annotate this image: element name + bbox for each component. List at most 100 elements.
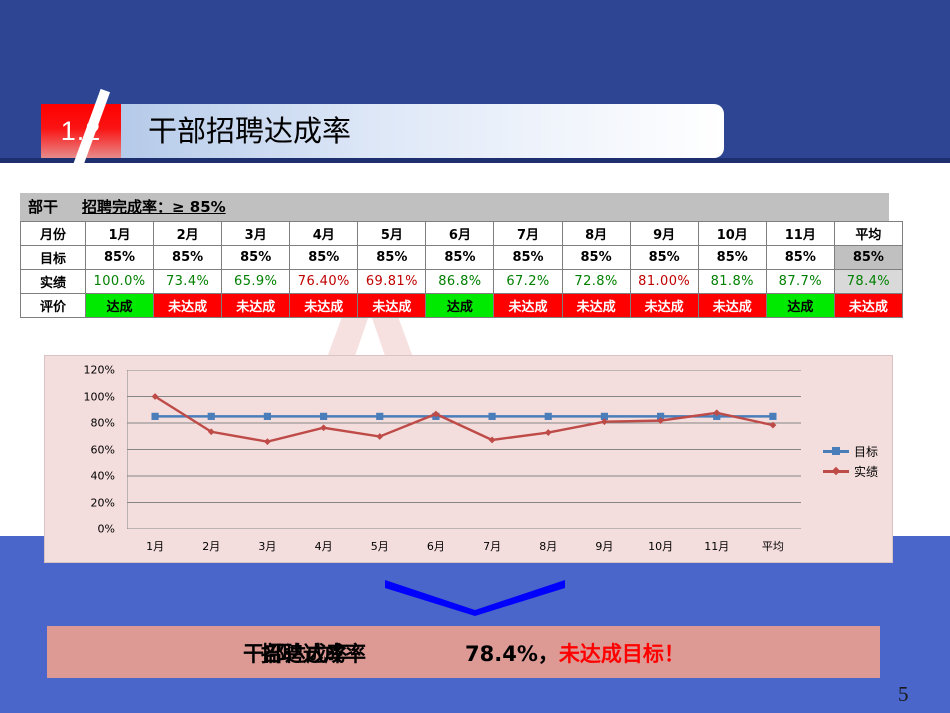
- chart-svg: [126, 369, 802, 537]
- table-cell-target: 85%: [765, 245, 835, 270]
- table-col-header: 5月: [357, 221, 427, 246]
- chart-y-tick-label: 40%: [90, 469, 115, 483]
- row-label-actual: 实绩: [20, 269, 86, 294]
- chart-data-point: [320, 424, 327, 432]
- chart-legend-label: 实绩: [854, 464, 879, 479]
- row-label-target: 目标: [20, 245, 86, 270]
- conclusion-value: 78.4%，未达成目标！: [465, 638, 685, 668]
- table-cell-actual: 81.00%: [629, 269, 699, 294]
- table-cell-actual: 100.0%: [84, 269, 155, 294]
- chart-data-point: [544, 412, 552, 420]
- page-title: 干部招聘达成率: [148, 114, 352, 148]
- table-col-header: 7月: [493, 221, 563, 246]
- chart-data-point: [151, 412, 159, 420]
- table-cell-evaluation: 未达成: [153, 293, 223, 318]
- table-cell-target: 85%: [425, 245, 495, 270]
- table-col-header: 3月: [221, 221, 291, 246]
- table-col-header: 11月: [765, 221, 835, 246]
- chart-y-tick-label: 100%: [83, 390, 115, 403]
- chart-data-point: [376, 412, 384, 420]
- chart-x-tick-label: 9月: [595, 540, 614, 553]
- table-cell-evaluation: 未达成: [833, 293, 903, 318]
- chart-y-tick-label: 0%: [97, 522, 115, 536]
- table-caption-rate: 招聘完成率：≥ 85%: [82, 198, 226, 216]
- chart-data-point: [544, 429, 552, 436]
- chart-legend-item: 目标: [823, 441, 889, 461]
- chart-legend-item: 实绩: [823, 461, 889, 481]
- chart-x-tick-label: 10月: [648, 540, 674, 553]
- table-cell-actual: 69.81%: [357, 269, 427, 294]
- slide-canvas: A 1.2 干部招聘达成率 部干 招聘完成率：≥ 85% 月份 1月 2月 3月 4月 5…: [0, 0, 950, 713]
- table-row-months: 月份 1月 2月 3月 4月 5月 6月 7月 8月 9月 10月 11月 平均: [20, 221, 903, 246]
- table-cell-actual: 76.40%: [289, 269, 359, 294]
- table-cell-target: 85%: [221, 245, 291, 270]
- chart-data-point: [264, 438, 271, 446]
- chart-data-point: [376, 433, 384, 440]
- chart-data-point: [263, 412, 272, 420]
- page-number: 5: [898, 682, 909, 706]
- table-caption: 部干 招聘完成率：≥ 85%: [20, 193, 889, 221]
- table-cell-evaluation: 未达成: [221, 293, 291, 318]
- table-cell-actual: 73.4%: [153, 269, 223, 294]
- table-cell-evaluation: 未达成: [493, 293, 563, 318]
- chart-x-tick-label: 7月: [483, 540, 502, 553]
- chart-x-tick-label: 2月: [202, 540, 221, 553]
- table-col-header: 10月: [697, 221, 767, 246]
- table-cell-target: 85%: [84, 245, 155, 270]
- kpi-table: 月份 1月 2月 3月 4月 5月 6月 7月 8月 9月 10月 11月 平均 目标 85% 85% 85% 8…: [20, 221, 903, 318]
- kpi-table-block: 部干 招聘完成率：≥ 85% 月份 1月 2月 3月 4月 5月 6月 7月 8月 9月 10月 11…: [20, 193, 903, 318]
- table-cell-actual: 81.8%: [697, 269, 767, 294]
- table-cell-target: 85%: [629, 245, 699, 270]
- down-chevron-icon: [385, 580, 565, 616]
- chart-legend-swatch-icon: [823, 465, 849, 477]
- table-col-header: 4月: [289, 221, 359, 246]
- conclusion-value-number: 78.4%，: [465, 642, 559, 666]
- table-row-target: 目标 85% 85% 85% 85% 85% 85% 85% 85% 85% 85% 85% 85%: [20, 245, 903, 270]
- table-cell-target: 85%: [697, 245, 767, 270]
- table-cell-evaluation: 达成: [425, 293, 495, 318]
- table-cell-evaluation: 未达成: [561, 293, 631, 318]
- chart-y-tick-label: 60%: [90, 443, 115, 456]
- conclusion-label-front: 招聘达成率: [261, 642, 366, 666]
- chart-legend-label: 目标: [854, 444, 879, 459]
- table-cell-evaluation: 未达成: [697, 293, 767, 318]
- chart-x-tick-label: 平均: [761, 540, 784, 553]
- chart-data-point: [769, 412, 777, 420]
- table-cell-evaluation: 未达成: [289, 293, 359, 318]
- chart-data-point: [488, 412, 496, 420]
- table-cell-target: 85%: [289, 245, 359, 270]
- slide-header-rule: [0, 158, 950, 163]
- chart-data-point: [207, 412, 215, 420]
- table-caption-dept: 部干: [28, 198, 59, 216]
- chart-y-tick-label: 20%: [90, 496, 115, 509]
- table-cell-actual: 65.9%: [221, 269, 291, 294]
- chart-x-tick-label: 4月: [314, 540, 333, 553]
- chart-y-tick-label: 120%: [83, 363, 115, 377]
- chart-x-axis-labels: 1月 2月 3月 4月 5月 6月 7月 8月 9月 10月 11月 平均: [127, 538, 801, 558]
- table-cell-target: 85%: [493, 245, 563, 270]
- row-label-month: 月份: [20, 221, 86, 246]
- table-cell-actual: 86.8%: [425, 269, 495, 294]
- table-col-header: 9月: [629, 221, 699, 246]
- chart-series-line: [154, 395, 774, 443]
- table-cell-actual: 78.4%: [833, 269, 903, 294]
- chart-y-axis-labels: 0% 20% 40% 60% 80% 100% 120%: [45, 362, 121, 537]
- table-cell-target: 85%: [561, 245, 631, 270]
- achievement-line-chart: 0% 20% 40% 60% 80% 100% 120% 1月 2月 3月 4月 5月 6月 7月 8月 9…: [44, 355, 893, 563]
- table-cell-actual: 87.7%: [765, 269, 835, 294]
- chart-data-point: [319, 412, 328, 420]
- table-col-header: 1月: [84, 221, 155, 246]
- table-cell-target: 85%: [833, 245, 903, 270]
- table-cell-evaluation: 达成: [765, 293, 835, 318]
- table-cell-target: 85%: [357, 245, 427, 270]
- chart-y-tick-label: 80%: [90, 416, 115, 430]
- table-row-evaluation: 评价 达成 未达成 未达成 未达成 未达成 达成 未达成 未达成 未达成 未达成 达成 未达成: [20, 293, 903, 318]
- table-cell-evaluation: 未达成: [629, 293, 699, 318]
- chart-x-tick-label: 3月: [258, 540, 277, 553]
- table-col-header: 平均: [833, 221, 903, 246]
- row-label-evaluation: 评价: [20, 293, 86, 318]
- conclusion-warning: 未达成目标！: [558, 642, 685, 666]
- conclusion-banner: 干部达成率 招聘达成率 78.4%，未达成目标！: [47, 626, 880, 678]
- table-cell-actual: 67.2%: [493, 269, 563, 294]
- chart-x-tick-label: 11月: [704, 540, 730, 553]
